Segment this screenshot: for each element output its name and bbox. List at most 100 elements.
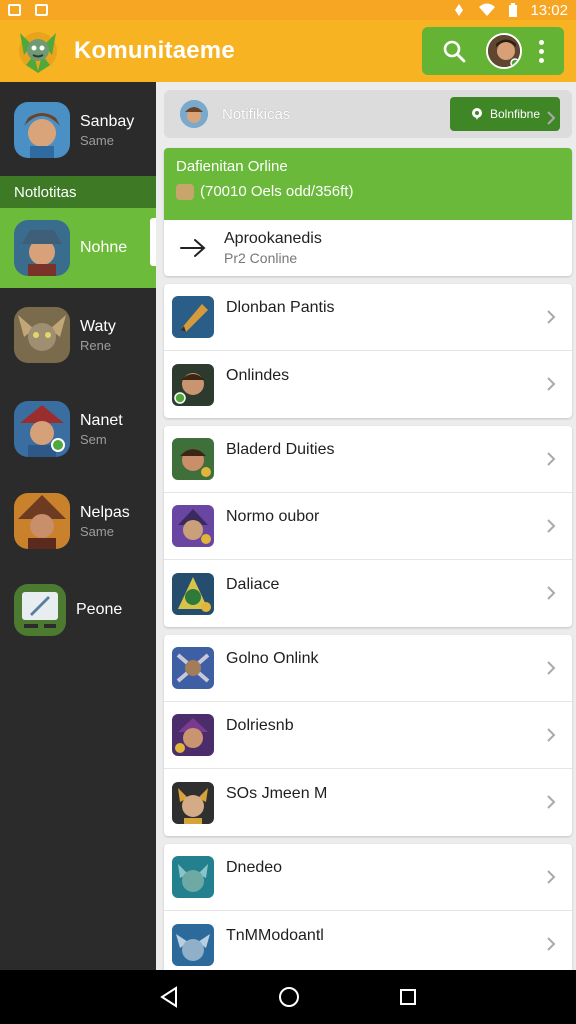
game-icon <box>172 923 214 966</box>
list-group: Dlonban Pantis Onlindes <box>164 284 572 418</box>
sidebar-item-nelpas[interactable]: Nelpas Same <box>0 488 156 554</box>
sidebar-item-sanbay[interactable]: Sanbay Same <box>0 98 156 162</box>
sidebar-item-sub: Same <box>80 132 114 148</box>
game-icon <box>172 856 214 898</box>
chevron-right-icon <box>547 795 556 809</box>
avatar <box>14 102 70 158</box>
game-icon <box>172 572 214 615</box>
featured-subtitle: (70010 Oels odd/356ft) <box>200 183 354 200</box>
avatar <box>14 307 70 363</box>
sidebar-item-name: Nelpas <box>80 503 130 521</box>
main-content: Notifikicas Bolnfibne Dafienitan Orline … <box>164 90 572 978</box>
app-title: Komunitaeme <box>74 37 235 64</box>
sidebar-item-name: Waty <box>80 317 116 335</box>
notifications-action-label: Bolnfibne <box>489 107 541 121</box>
pin-icon <box>471 108 482 120</box>
profile-avatar[interactable] <box>486 33 522 69</box>
list-item-label: Bladerd Duities <box>226 441 335 458</box>
list-group: Dnedeo TnMModoantl <box>164 844 572 978</box>
list-item-label: SOs Jmeen M <box>226 784 328 802</box>
notifications-title: Notifikicas <box>222 105 291 123</box>
game-icon <box>172 363 214 406</box>
chevron-right-icon <box>547 937 556 951</box>
coin-icon <box>176 183 194 200</box>
sidebar-item-name: Peone <box>76 601 123 618</box>
status-bar: 13:02 <box>0 0 576 20</box>
list-item-label: Daliace <box>226 575 280 593</box>
game-icon <box>172 505 214 547</box>
chevron-right-icon <box>547 377 556 391</box>
list-item-label: Dolriesnb <box>226 717 294 734</box>
list-item[interactable]: Normo oubor <box>164 493 572 560</box>
battery-icon <box>509 2 518 17</box>
search-icon <box>443 40 466 63</box>
clock: 13:02 <box>530 1 568 19</box>
more-dot-icon <box>538 57 544 63</box>
sidebar-item-waty[interactable]: Waty Rene <box>0 302 156 368</box>
list-group: Golno Onlink Dolriesnb SOs Jmeen M <box>164 635 572 836</box>
sidebar-item-name: Sanbay <box>80 112 135 130</box>
game-icon <box>172 647 214 689</box>
sidebar-section-header: Notlotitas <box>0 176 156 208</box>
game-icon <box>172 296 214 338</box>
chevron-right-icon <box>547 452 556 466</box>
chevron-right-icon <box>547 728 556 742</box>
list-item[interactable]: Dnedeo <box>164 844 572 911</box>
wifi-icon <box>479 3 496 16</box>
list-item[interactable]: TnMModoantl <box>164 911 572 978</box>
list-item[interactable]: Onlindes <box>164 351 572 418</box>
featured-card: Dafienitan Orline (70010 Oels odd/356ft)… <box>164 111 572 276</box>
chevron-right-icon <box>547 661 556 675</box>
list-item[interactable]: Golno Onlink <box>164 635 572 702</box>
home-icon[interactable] <box>278 986 300 1008</box>
list-item-label: Dlonban Pantis <box>226 299 335 316</box>
sidebar-item-name: Nohne <box>80 239 128 256</box>
app-icon <box>14 584 66 636</box>
avatar <box>14 220 70 276</box>
chevron-right-icon <box>547 870 556 884</box>
featured-item-row[interactable]: Aprookanedis Pr2 Conline <box>164 111 572 276</box>
sidebar-item-nanet[interactable]: Nanet Sem <box>0 396 156 462</box>
sidebar-item-nohne[interactable]: Nohne <box>0 208 156 288</box>
avatar <box>180 100 208 128</box>
recents-icon[interactable] <box>399 988 417 1006</box>
sidebar-item-peone[interactable]: Peone <box>0 580 156 640</box>
game-icon <box>172 781 214 824</box>
game-icon <box>172 714 214 756</box>
list-item[interactable]: Bladerd Duities <box>164 426 572 493</box>
list-item[interactable]: Dlonban Pantis <box>164 284 572 351</box>
list-item[interactable]: SOs Jmeen M <box>164 769 572 836</box>
featured-subtitle-row: (70010 Oels odd/356ft) <box>176 183 560 200</box>
sidebar-item-sub: Sem <box>80 431 107 447</box>
more-dot-icon <box>538 48 544 54</box>
profile-face-icon <box>488 35 520 67</box>
game-icon <box>172 438 214 480</box>
arrow-right-icon <box>180 239 206 257</box>
more-options-button[interactable] <box>534 39 548 63</box>
app-logo-icon <box>19 32 57 73</box>
sidebar-item-name: Nanet <box>80 411 123 429</box>
chevron-right-icon <box>547 519 556 533</box>
app-bar: Komunitaeme <box>0 20 576 82</box>
list-item[interactable]: Daliace <box>164 560 572 627</box>
sidebar-item-sub: Rene <box>80 337 112 353</box>
active-indicator <box>150 218 156 266</box>
chevron-right-icon <box>547 586 556 600</box>
avatar <box>14 493 70 549</box>
featured-item-name: Aprookanedis <box>224 230 322 247</box>
list-item-label: Dnedeo <box>226 859 283 876</box>
list-item-label: Onlindes <box>226 366 290 384</box>
notification-icon <box>8 4 21 16</box>
list-item-label: TnMModoantl <box>226 926 324 944</box>
more-dot-icon <box>538 39 544 45</box>
list-item[interactable]: Dolriesnb <box>164 702 572 769</box>
featured-item-sub: Pr2 Conline <box>224 250 298 266</box>
search-button[interactable] <box>434 31 474 71</box>
image-icon <box>35 4 48 16</box>
list-item-label: Golno Onlink <box>226 650 319 667</box>
system-nav-bar <box>0 970 576 1024</box>
avatar <box>14 401 70 457</box>
back-icon[interactable] <box>159 986 179 1008</box>
sidebar-item-sub: Same <box>80 523 114 539</box>
featured-title: Dafienitan Orline <box>176 158 288 175</box>
